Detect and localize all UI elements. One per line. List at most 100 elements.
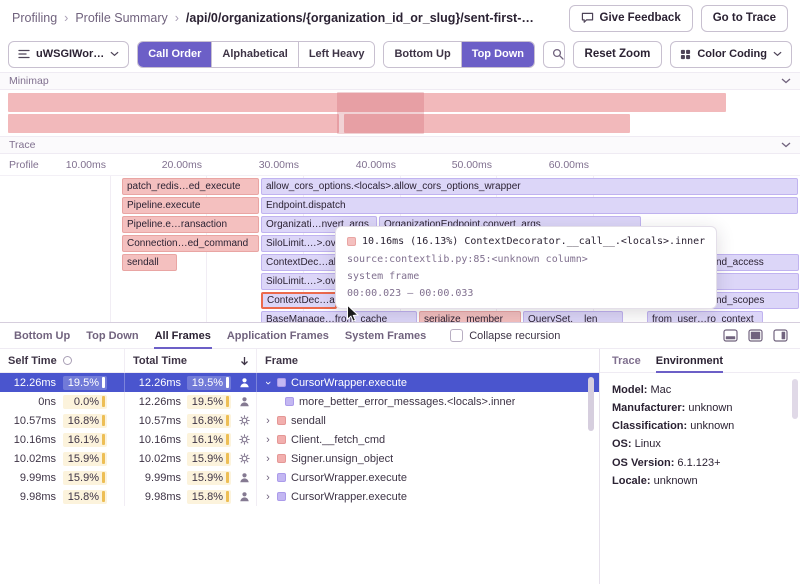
reset-zoom-button[interactable]: Reset Zoom [573,41,663,68]
sort-alphabetical[interactable]: Alphabetical [211,42,297,67]
frame-name: sendall [291,415,326,427]
frame-table: Self Time Total Time Frame 12.26ms19.5%1… [0,349,600,584]
self-time-cell: 10.16ms16.1% [0,430,125,449]
field-value: unknown [688,402,732,414]
breadcrumb-item--api-0-organizations-org[interactable]: /api/0/organizations/{organization_id_or… [186,11,534,25]
percent-bar-icon [226,434,229,445]
flame-frame[interactable]: Connection…ed_command [122,235,259,252]
minimap-canvas[interactable] [0,90,800,136]
view-top-down[interactable]: Top Down [461,42,534,67]
field-label: Locale: [612,475,651,487]
frame-name: more_better_error_messages.<locals>.inne… [299,396,515,408]
flame-frame[interactable]: SiloLimit.…>.over [261,273,337,290]
flame-frame[interactable] [711,273,799,290]
total-time-column-header[interactable]: Total Time [125,349,257,372]
find-frames-search[interactable] [543,41,564,68]
self-time-column-header[interactable]: Self Time [0,349,125,372]
layout-dock-right-icon[interactable] [773,329,788,342]
table-row[interactable]: 10.16ms16.1%10.16ms16.1%›Client.__fetch_… [0,430,599,449]
self-time-sort-icon[interactable] [63,356,72,365]
flame-frame[interactable]: allow_cors_options.<locals>.allow_cors_o… [261,178,798,195]
table-row[interactable]: 9.98ms15.8%9.98ms15.8%›CursorWrapper.exe… [0,487,599,506]
total-time-value: 12.26ms [137,377,181,389]
time-tick-label: 50.00ms [424,159,492,171]
expand-chevron-icon[interactable]: › [264,453,272,465]
minimap-block [337,92,424,134]
flame-graph[interactable]: patch_redis…ed_executeallow_cors_options… [0,176,800,322]
table-row[interactable]: 9.99ms15.9%9.99ms15.9%›CursorWrapper.exe… [0,468,599,487]
profile-label: Profile [9,159,39,171]
bottom-tabbar-tabs: Bottom UpTop DownAll FramesApplication F… [6,323,434,348]
collapse-recursion-label: Collapse recursion [469,330,560,342]
percent-bar-icon [226,453,229,464]
minimap-section-bar[interactable]: Minimap [0,72,800,90]
bottom-split: Self Time Total Time Frame 12.26ms19.5%1… [0,349,800,584]
collapse-recursion-checkbox[interactable] [450,329,463,342]
go-to-trace-button[interactable]: Go to Trace [701,5,788,32]
frame-cell: ›CursorWrapper.execute [257,487,599,506]
flame-frame[interactable]: Pipeline.execute [122,197,259,214]
frame-name: Client.__fetch_cmd [291,434,385,446]
tab-bottom-up[interactable]: Bottom Up [6,323,78,348]
expand-chevron-icon[interactable]: › [264,472,272,484]
total-time-value: 12.26ms [137,396,181,408]
flame-frame[interactable]: QuerySet.__len__ [523,311,623,322]
table-row[interactable]: 10.02ms15.9%10.02ms15.9%›Signer.unsign_o… [0,449,599,468]
give-feedback-button[interactable]: Give Feedback [569,5,693,32]
self-time-value: 10.16ms [12,434,56,446]
layout-dock-bottom-icon[interactable] [723,329,738,342]
table-scrollbar[interactable] [588,377,594,431]
gridline [110,176,111,322]
frame-cell: ›Signer.unsign_object [257,449,599,468]
expand-chevron-icon[interactable]: › [264,434,272,446]
breadcrumb-item-profiling[interactable]: Profiling [12,11,57,25]
self-time-cell: 9.99ms15.9% [0,468,125,487]
expand-chevron-icon[interactable]: › [262,379,274,387]
details-tab-environment[interactable]: Environment [656,349,723,372]
flame-frame[interactable]: ContextDec…als>.i… [261,254,337,271]
total-time-cell: 9.98ms15.8% [125,487,257,506]
sort-call-order[interactable]: Call Order [138,42,211,67]
flame-frame[interactable]: sendall [122,254,177,271]
sort-left-heavy[interactable]: Left Heavy [298,42,375,67]
layout-maximize-icon[interactable] [748,329,763,342]
tab-system-frames[interactable]: System Frames [337,323,434,348]
sort-descending-icon[interactable] [240,356,249,366]
total-time-header-label: Total Time [133,355,187,367]
expand-chevron-icon[interactable]: › [264,491,272,503]
frame-name: CursorWrapper.execute [291,377,407,389]
flame-frame[interactable]: Pipeline.e…ransaction [122,216,259,233]
table-row[interactable]: 10.57ms16.8%10.57ms16.8%›sendall [0,411,599,430]
table-row[interactable]: 12.26ms19.5%12.26ms19.5%›CursorWrapper.e… [0,373,599,392]
frame-column-header[interactable]: Frame [257,355,599,367]
tab-application-frames[interactable]: Application Frames [219,323,337,348]
tab-all-frames[interactable]: All Frames [147,323,219,348]
environment-field: Classification: unknown [612,417,788,435]
thread-selector-dropdown[interactable]: uWSGIWor… [8,41,129,68]
system-frame-icon [237,453,251,464]
flame-frame[interactable]: ContextDec…als>.i [261,292,337,309]
frame-name: CursorWrapper.execute [291,472,407,484]
collapse-chevron-icon[interactable] [781,78,791,84]
details-scrollbar[interactable] [792,379,798,419]
view-bottom-up[interactable]: Bottom Up [384,42,460,67]
flame-frame[interactable]: serialize_member [419,311,521,322]
expand-chevron-icon[interactable]: › [264,415,272,427]
breadcrumb-item-profile-summary[interactable]: Profile Summary [75,11,167,25]
color-coding-dropdown[interactable]: Color Coding [670,41,792,68]
flame-frame[interactable]: BaseManage…from_cache [261,311,417,322]
total-time-cell: 10.02ms15.9% [125,449,257,468]
flame-frame[interactable]: Endpoint.dispatch [261,197,798,214]
flame-frame[interactable]: nd_access [711,254,799,271]
tab-top-down[interactable]: Top Down [78,323,146,348]
thread-list-icon [18,49,30,59]
collapse-chevron-icon[interactable] [781,142,791,148]
flame-frame[interactable]: nd_scopes [711,292,799,309]
flame-frame[interactable]: from_user…ro_context [647,311,763,322]
table-row[interactable]: 0ns0.0%12.26ms19.5%more_better_error_mes… [0,392,599,411]
trace-section-bar[interactable]: Trace [0,136,800,154]
collapse-recursion-toggle[interactable]: Collapse recursion [450,329,560,342]
flame-frame[interactable]: patch_redis…ed_execute [122,178,259,195]
percent-bar-icon [226,377,229,388]
details-tab-trace[interactable]: Trace [612,349,641,372]
